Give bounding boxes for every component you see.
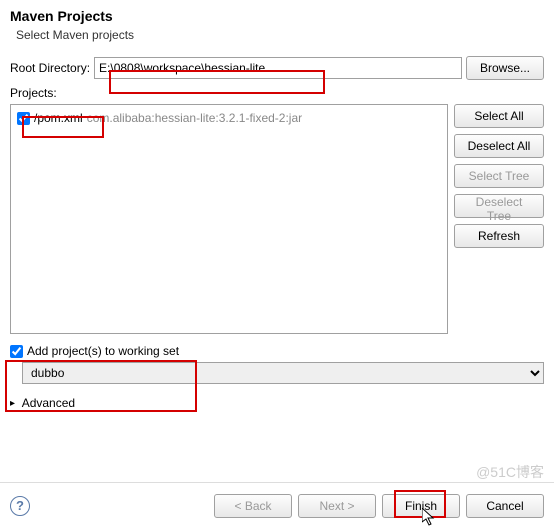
cancel-button[interactable]: Cancel — [466, 494, 544, 518]
project-checkbox[interactable] — [17, 112, 30, 125]
root-directory-input[interactable] — [94, 57, 462, 79]
select-tree-button[interactable]: Select Tree — [454, 164, 544, 188]
dialog-header: Maven Projects Select Maven projects — [0, 0, 554, 52]
working-set-checkbox[interactable] — [10, 345, 23, 358]
projects-label: Projects: — [10, 86, 544, 100]
advanced-toggle[interactable]: Advanced — [10, 396, 544, 410]
dialog-subtitle: Select Maven projects — [10, 28, 544, 42]
help-icon[interactable]: ? — [10, 496, 30, 516]
project-item[interactable]: /pom.xml com.alibaba:hessian-lite:3.2.1-… — [15, 109, 443, 127]
deselect-all-button[interactable]: Deselect All — [454, 134, 544, 158]
deselect-tree-button[interactable]: Deselect Tree — [454, 194, 544, 218]
side-buttons: Select All Deselect All Select Tree Dese… — [454, 104, 544, 334]
select-all-button[interactable]: Select All — [454, 104, 544, 128]
refresh-button[interactable]: Refresh — [454, 224, 544, 248]
project-desc: com.alibaba:hessian-lite:3.2.1-fixed-2:j… — [87, 111, 302, 125]
dialog-title: Maven Projects — [10, 8, 544, 24]
working-set-label: Add project(s) to working set — [27, 344, 179, 358]
working-set-select[interactable]: dubbo — [22, 362, 544, 384]
root-directory-label: Root Directory: — [10, 61, 90, 75]
footer: ? < Back Next > Finish Cancel — [0, 482, 554, 528]
watermark: @51C博客 — [476, 462, 544, 482]
next-button[interactable]: Next > — [298, 494, 376, 518]
back-button[interactable]: < Back — [214, 494, 292, 518]
browse-button[interactable]: Browse... — [466, 56, 544, 80]
projects-list[interactable]: /pom.xml com.alibaba:hessian-lite:3.2.1-… — [10, 104, 448, 334]
root-directory-row: Root Directory: Browse... — [10, 56, 544, 80]
project-name: /pom.xml — [34, 111, 83, 125]
finish-button[interactable]: Finish — [382, 494, 460, 518]
